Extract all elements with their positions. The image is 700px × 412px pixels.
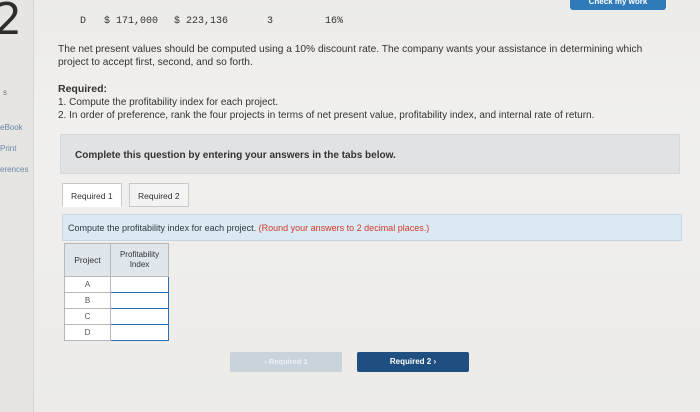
- next-button[interactable]: Required 2 ›: [357, 352, 469, 372]
- ebook-link[interactable]: eBook: [0, 123, 23, 132]
- profitability-index-input[interactable]: [110, 324, 169, 341]
- references-link[interactable]: erences: [0, 165, 28, 174]
- previous-button[interactable]: ‹ Required 1: [230, 352, 342, 372]
- column-header-profitability-index: Profitability Index: [110, 243, 169, 277]
- row-label: D: [64, 324, 111, 341]
- chevron-left-icon: ‹: [264, 357, 267, 366]
- required-item-2: 2. In order of preference, rank the four…: [58, 110, 595, 121]
- problem-paragraph: The net present values should be compute…: [58, 44, 643, 68]
- life-value: 3: [267, 16, 274, 27]
- profitability-index-table: Project Profitability Index A B C D: [64, 243, 169, 341]
- check-my-work-button[interactable]: Check my work: [570, 0, 666, 10]
- table-row: A: [64, 276, 169, 293]
- tab-required-2[interactable]: Required 2: [129, 183, 189, 207]
- instruction-note: (Round your answers to 2 decimal places.…: [258, 223, 430, 233]
- instruction-box: Compute the profitability index for each…: [62, 214, 682, 241]
- irr-value: 16%: [325, 16, 344, 27]
- print-link[interactable]: Print: [0, 144, 16, 153]
- table-row: B: [64, 292, 169, 309]
- chevron-right-icon: ›: [433, 357, 437, 366]
- left-sidebar: [0, 0, 34, 412]
- column-header-project: Project: [64, 243, 111, 277]
- instruction-main: Compute the profitability index for each…: [68, 223, 257, 233]
- question-number: 2: [0, 0, 22, 45]
- table-row: C: [64, 308, 169, 325]
- instruction-text: Compute the profitability index for each…: [68, 223, 429, 233]
- profitability-index-input[interactable]: [110, 308, 169, 325]
- tab-required-1[interactable]: Required 1: [62, 183, 122, 207]
- project-letter: D: [80, 16, 87, 27]
- side-marker: s: [3, 88, 7, 97]
- row-label: C: [64, 308, 111, 325]
- answer-panel: Complete this question by entering your …: [60, 134, 680, 174]
- profitability-index-input[interactable]: [110, 276, 169, 293]
- required-item-1: 1. Compute the profitability index for e…: [58, 97, 279, 108]
- row-label: A: [64, 276, 111, 293]
- investment-value: $ 171,000: [104, 16, 159, 27]
- previous-label: Required 1: [268, 357, 308, 366]
- present-value: $ 223,136: [174, 16, 229, 27]
- required-heading: Required:: [58, 83, 108, 95]
- next-label: Required 2: [389, 357, 432, 366]
- row-label: B: [64, 292, 111, 309]
- profitability-index-input[interactable]: [110, 292, 169, 309]
- table-row: D: [64, 324, 169, 341]
- panel-instruction: Complete this question by entering your …: [75, 150, 396, 161]
